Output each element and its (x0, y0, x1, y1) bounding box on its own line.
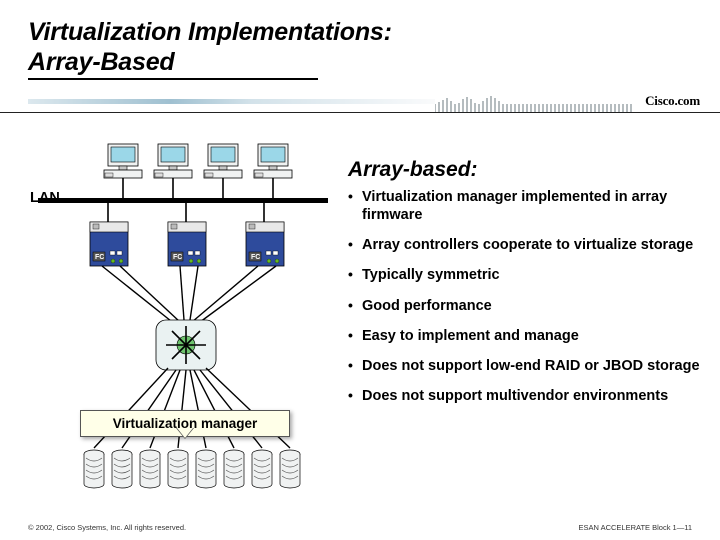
footer-pageref: ESAN ACCELERATE Block 1—11 (578, 523, 692, 532)
bullet-item: Good performance (348, 297, 708, 315)
brand-comb (435, 90, 635, 112)
content-area: LAN Array-based: Virtualization manager … (28, 130, 692, 518)
brand-bar: Cisco.com (0, 90, 720, 112)
brand-logo: Cisco.com (645, 93, 700, 109)
bullet-item: Typically symmetric (348, 266, 708, 284)
bullet-item: Easy to implement and manage (348, 327, 708, 345)
bullet-item: Array controllers cooperate to virtualiz… (348, 236, 708, 254)
slide-title-2: Array-Based (28, 48, 692, 78)
footer-copyright: © 2002, Cisco Systems, Inc. All rights r… (28, 523, 186, 532)
brand-rule (0, 112, 720, 113)
bullet-item: Does not support multivendor environment… (348, 387, 708, 405)
gradient-bar (28, 99, 435, 104)
bullet-item: Does not support low-end RAID or JBOD st… (348, 357, 708, 375)
bullet-list: Virtualization manager implemented in ar… (348, 188, 708, 417)
title-underline (28, 78, 318, 80)
slide-title-1: Virtualization Implementations: (28, 18, 692, 48)
slide: Virtualization Implementations: Array-Ba… (0, 0, 720, 540)
vm-callout: Virtualization manager (80, 410, 290, 437)
footer: © 2002, Cisco Systems, Inc. All rights r… (28, 523, 692, 532)
bullet-item: Virtualization manager implemented in ar… (348, 188, 708, 224)
vm-callout-label: Virtualization manager (113, 416, 258, 431)
subtitle: Array-based: (348, 158, 478, 182)
diagram: FC (28, 130, 338, 510)
